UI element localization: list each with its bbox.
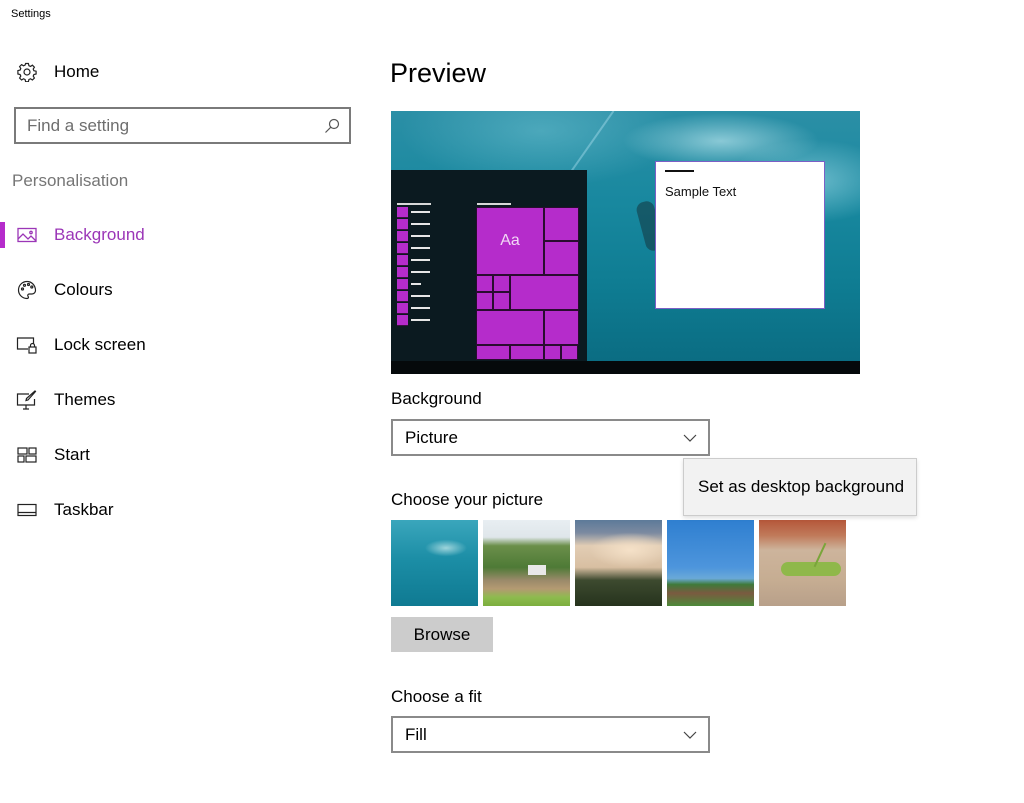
grasshopper-body [781,562,841,576]
sidebar-item-start[interactable]: Start [0,440,360,495]
sample-text: Sample Text [665,184,737,199]
list-header-line [397,203,431,205]
preview-list-tile [397,207,408,218]
sidebar-item-background[interactable]: Background [0,220,360,275]
sidebar-item-label: Start [54,445,90,464]
app-title: Settings [11,8,51,20]
preview-tile: Aa [476,207,544,275]
choose-picture-label: Choose your picture [391,490,544,509]
lock-screen-icon [16,334,38,356]
preview-tile [544,345,561,360]
preview-list-tile [397,303,408,314]
preview-list-line [411,223,430,225]
taskbar-icon [16,499,38,521]
preview-tile [510,345,544,360]
preview-tile [544,310,579,345]
sidebar-item-label: Taskbar [54,500,114,519]
fit-label: Choose a fit [391,687,482,706]
preview-list-tile [397,255,408,266]
preview-tile [476,345,510,360]
picture-thumbnails [391,520,846,606]
window-title-bar-line [665,170,694,172]
sidebar-item-label: Background [54,225,145,244]
preview-tile [510,275,579,310]
tile-label: Aa [500,232,520,249]
home-link[interactable]: Home [16,59,99,85]
picture-thumbnail-underwater[interactable] [391,520,478,606]
preview-list-tile [397,279,408,290]
picture-thumbnail-grasshopper[interactable] [759,520,846,606]
sidebar-item-taskbar[interactable]: Taskbar [0,495,360,550]
search-box[interactable] [14,107,351,144]
sidebar-item-themes[interactable]: Themes [0,385,360,440]
fit-dropdown-value: Fill [405,724,427,744]
preview-list-line [411,319,430,321]
sidebar-item-label: Themes [54,390,116,409]
picture-thumbnail-village[interactable] [667,520,754,606]
page-title: Preview [390,58,487,88]
preview-tile [476,292,493,310]
preview-tile [476,275,493,292]
start-icon [16,444,38,466]
chevron-down-icon [672,421,708,454]
chevron-down-icon [672,718,708,751]
preview-list-line [411,271,430,273]
active-indicator [0,222,5,248]
search-icon[interactable] [315,109,349,142]
picture-thumbnail-clouds[interactable] [575,520,662,606]
preview-list-line [411,235,430,237]
preview-list-line [411,211,430,213]
background-dropdown-value: Picture [405,427,458,447]
home-label: Home [54,62,100,81]
preview-start-menu: Aa [391,170,587,361]
preview-tile [544,241,579,275]
set-as-desktop-background-menu-item[interactable]: Set as desktop background [684,477,916,497]
preview-tile [493,275,510,292]
preview-list-tile [397,291,408,302]
sidebar-item-label: Colours [54,280,113,299]
preview-list-tile [397,267,408,278]
preview-list-line [411,259,430,261]
palette-icon [16,279,38,301]
preview-taskbar [391,361,860,374]
search-input[interactable] [16,109,315,142]
sidebar-item-colours[interactable]: Colours [0,275,360,330]
sidebar-item-lock-screen[interactable]: Lock screen [0,330,360,385]
trailer-shape [528,565,546,575]
preview-tile [561,345,578,360]
preview-list-line [411,295,430,297]
picture-thumbnail-farm[interactable] [483,520,570,606]
preview-tile [493,292,510,310]
preview-list-line [411,307,430,309]
section-label: Personalisation [12,171,129,190]
gear-icon [16,61,38,83]
preview-list-tile [397,231,408,242]
preview-tile [476,310,544,345]
tiles-header-line [477,203,511,205]
preview-list-line [411,283,421,285]
preview-list-line [411,247,430,249]
context-menu: Set as desktop background [683,458,917,516]
preview-list-tile [397,219,408,230]
background-dropdown[interactable]: Picture [391,419,710,456]
preview-list-tile [397,243,408,254]
sidebar-item-label: Lock screen [54,335,146,354]
picture-icon [16,224,38,246]
fit-dropdown[interactable]: Fill [391,716,710,753]
preview-list-tile [397,315,408,326]
browse-button[interactable]: Browse [391,617,493,652]
sidebar-nav: Background Colours Lock screen Themes St… [0,220,360,550]
background-label: Background [391,389,482,408]
preview-sample-window: Sample Text [655,161,825,309]
themes-icon [16,389,38,411]
background-preview: Aa Sample Text [391,111,860,374]
preview-tile [544,207,579,241]
